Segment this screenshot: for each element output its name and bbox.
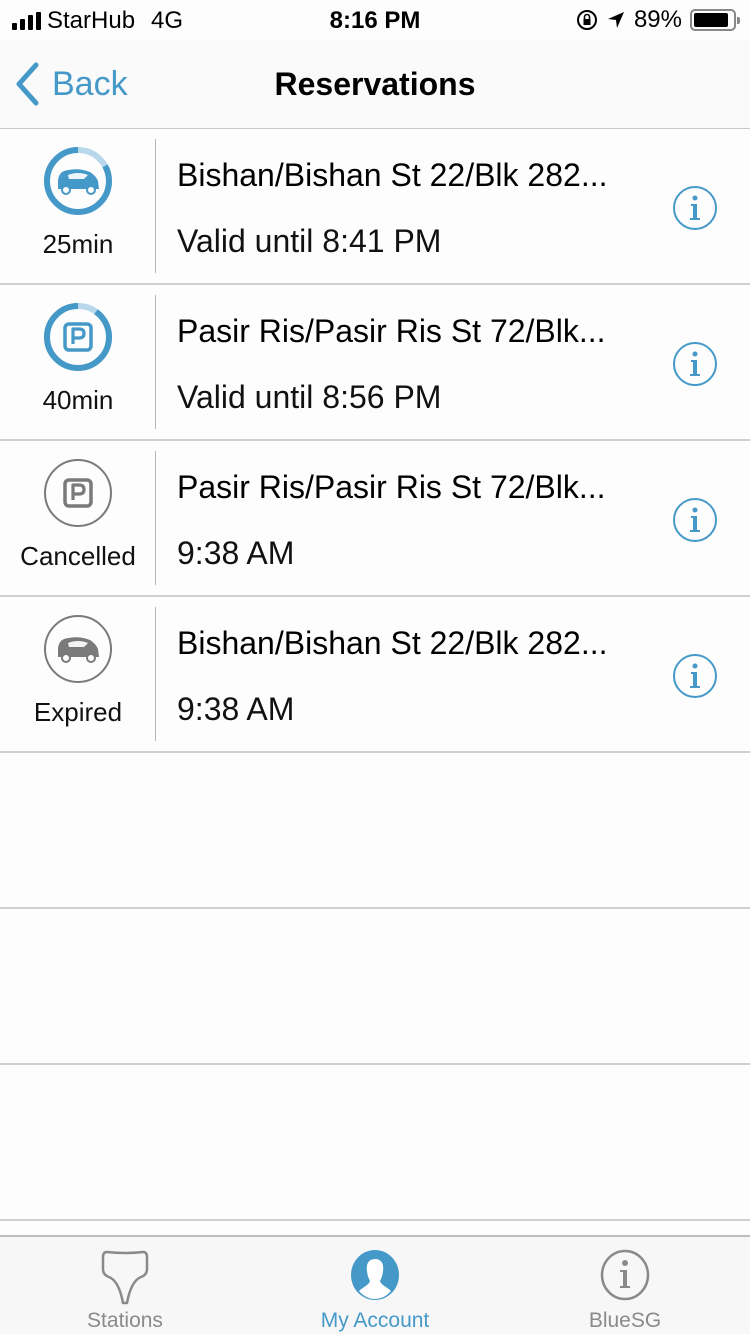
info-stem [690, 672, 700, 688]
info-stem [690, 360, 700, 376]
info-icon [600, 1249, 650, 1301]
battery-percent: 89% [633, 6, 682, 33]
reservation-status: 40min [42, 385, 114, 415]
battery-icon [690, 9, 740, 31]
reservation-row[interactable]: Expired Bishan/Bishan St 22/Blk 282... 9… [0, 597, 750, 753]
divider [155, 451, 156, 585]
wheel [86, 653, 96, 663]
wheel [61, 185, 71, 195]
status-bar: StarHub 4G 8:16 PM 89% [0, 0, 750, 40]
reservation-status: Expired [33, 697, 123, 727]
account-icon [351, 1250, 399, 1300]
tab-bluesg[interactable]: BlueSG [500, 1237, 750, 1334]
tab-my-account[interactable]: My Account [250, 1237, 500, 1334]
empty-row [0, 753, 750, 909]
info-dot [692, 507, 698, 513]
info-icon[interactable] [672, 653, 718, 699]
reservation-row[interactable]: Cancelled Pasir Ris/Pasir Ris St 72/Blk.… [0, 441, 750, 597]
reservation-location: Bishan/Bishan St 22/Blk 282... [177, 625, 608, 661]
empty-row [0, 909, 750, 1065]
wheel [61, 653, 71, 663]
info-icon[interactable] [672, 497, 718, 543]
info-icon[interactable] [672, 341, 718, 387]
info-stem [690, 204, 700, 220]
reservation-time: 9:38 AM [177, 535, 295, 571]
tab-label: My Account [320, 1309, 430, 1332]
page-title: Reservations [274, 66, 476, 102]
divider [155, 607, 156, 741]
divider [155, 295, 156, 429]
empty-row [0, 1065, 750, 1221]
tab-stations[interactable]: Stations [0, 1237, 250, 1334]
info-dot [692, 351, 698, 357]
info-dot [692, 195, 698, 201]
divider [155, 139, 156, 273]
tab-label: BlueSG [588, 1309, 662, 1332]
info-stem [690, 516, 700, 532]
reservations-list: 25min Bishan/Bishan St 22/Blk 282... Val… [0, 129, 750, 1221]
reservation-time: Valid until 8:41 PM [177, 223, 442, 259]
orientation-lock-icon [576, 10, 597, 30]
reservation-location: Bishan/Bishan St 22/Blk 282... [177, 157, 608, 193]
reservation-status: Cancelled [20, 541, 136, 571]
info-icon[interactable] [672, 185, 718, 231]
tab-label: Stations [87, 1309, 163, 1332]
reservation-time: Valid until 8:56 PM [177, 379, 442, 415]
parking-reservation-icon [44, 459, 112, 527]
info-dot [692, 663, 698, 669]
parking-reservation-icon [44, 303, 112, 371]
wheel [86, 185, 96, 195]
reservation-status: 25min [42, 229, 114, 259]
reservation-time: 9:38 AM [177, 691, 295, 727]
navigation-bar: Back Reservations [0, 40, 750, 129]
reservation-row[interactable]: 40min Pasir Ris/Pasir Ris St 72/Blk... V… [0, 285, 750, 441]
car-reservation-icon [44, 147, 112, 215]
reservation-location: Pasir Ris/Pasir Ris St 72/Blk... [177, 469, 606, 505]
reservation-location: Pasir Ris/Pasir Ris St 72/Blk... [177, 313, 606, 349]
car-reservation-icon [44, 615, 112, 683]
location-arrow-icon [607, 12, 624, 28]
station-pin-icon [101, 1250, 149, 1305]
tab-bar: Stations My Account BlueSG [0, 1235, 750, 1334]
reservation-row[interactable]: 25min Bishan/Bishan St 22/Blk 282... Val… [0, 129, 750, 285]
